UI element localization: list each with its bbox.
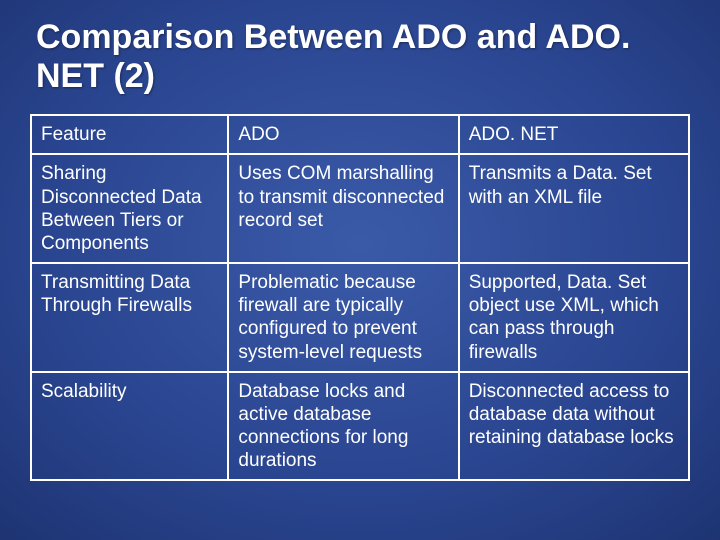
slide-title: Comparison Between ADO and ADO. NET (2) [30,18,690,96]
comparison-table: Feature ADO ADO. NET Sharing Disconnecte… [30,114,690,481]
table-row: Transmitting Data Through Firewalls Prob… [31,263,689,372]
slide: Comparison Between ADO and ADO. NET (2) … [0,0,720,540]
cell-ado: Problematic because firewall are typical… [228,263,458,372]
cell-feature: Scalability [31,372,228,481]
cell-feature: Sharing Disconnected Data Between Tiers … [31,154,228,263]
cell-feature: Transmitting Data Through Firewalls [31,263,228,372]
header-ado: ADO [228,115,458,154]
table-row: Sharing Disconnected Data Between Tiers … [31,154,689,263]
cell-adonet: Disconnected access to database data wit… [459,372,689,481]
cell-ado: Database locks and active database conne… [228,372,458,481]
cell-adonet: Supported, Data. Set object use XML, whi… [459,263,689,372]
cell-ado: Uses COM marshalling to transmit disconn… [228,154,458,263]
header-feature: Feature [31,115,228,154]
cell-adonet: Transmits a Data. Set with an XML file [459,154,689,263]
table-row: Scalability Database locks and active da… [31,372,689,481]
header-adonet: ADO. NET [459,115,689,154]
table-header-row: Feature ADO ADO. NET [31,115,689,154]
